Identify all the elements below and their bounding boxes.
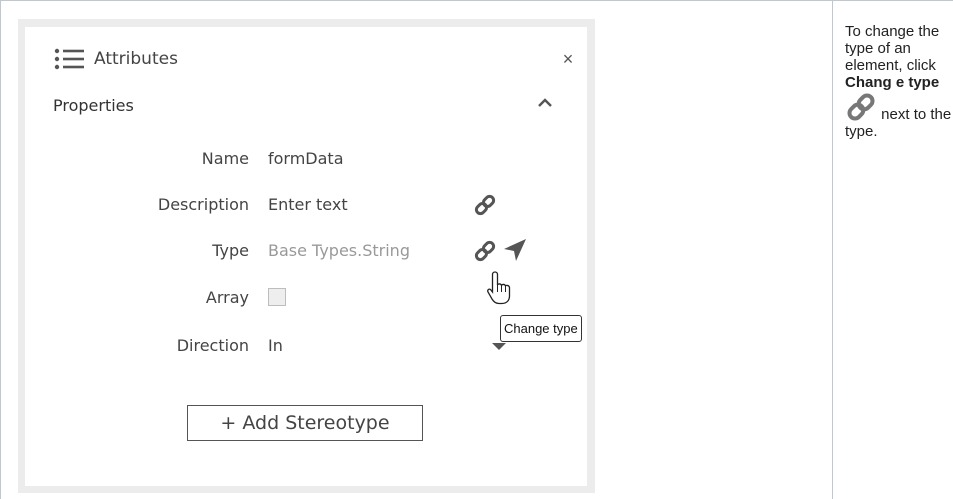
change-type-tooltip: Change type [500, 315, 582, 342]
direction-select[interactable]: In [268, 336, 283, 355]
navigate-arrow-icon[interactable] [503, 238, 527, 262]
table-cell-screenshot: Attributes × Properties Name formData De… [0, 1, 833, 499]
chevron-up-icon[interactable] [535, 93, 555, 113]
help-text-bold: Chang e type [845, 74, 940, 91]
caret-down-icon[interactable] [491, 342, 507, 352]
attributes-panel: Attributes × Properties Name formData De… [25, 27, 587, 486]
link-icon [847, 93, 875, 121]
help-text: To change the type of an element, click … [845, 23, 953, 140]
change-type-link-icon[interactable] [473, 239, 497, 263]
description-label: Description [157, 195, 249, 214]
list-icon [54, 48, 84, 70]
documentation-table: Attributes × Properties Name formData De… [0, 0, 953, 499]
type-label: Type [212, 241, 249, 260]
description-field[interactable]: Enter text [268, 195, 348, 214]
section-title-properties: Properties [53, 96, 134, 115]
link-icon[interactable] [473, 193, 497, 217]
direction-label: Direction [176, 336, 249, 355]
add-stereotype-button[interactable]: + Add Stereotype [187, 405, 423, 441]
name-label: Name [201, 149, 249, 168]
array-checkbox[interactable] [268, 288, 286, 306]
close-icon[interactable]: × [559, 49, 577, 69]
panel-title: Attributes [94, 49, 178, 69]
hand-cursor-icon [487, 271, 511, 305]
panel-header: Attributes × [53, 47, 573, 77]
type-field: Base Types.String [268, 241, 410, 260]
help-text-intro: To change the type of an element, click [845, 23, 940, 74]
name-field[interactable]: formData [268, 149, 344, 168]
array-label: Array [205, 288, 249, 307]
